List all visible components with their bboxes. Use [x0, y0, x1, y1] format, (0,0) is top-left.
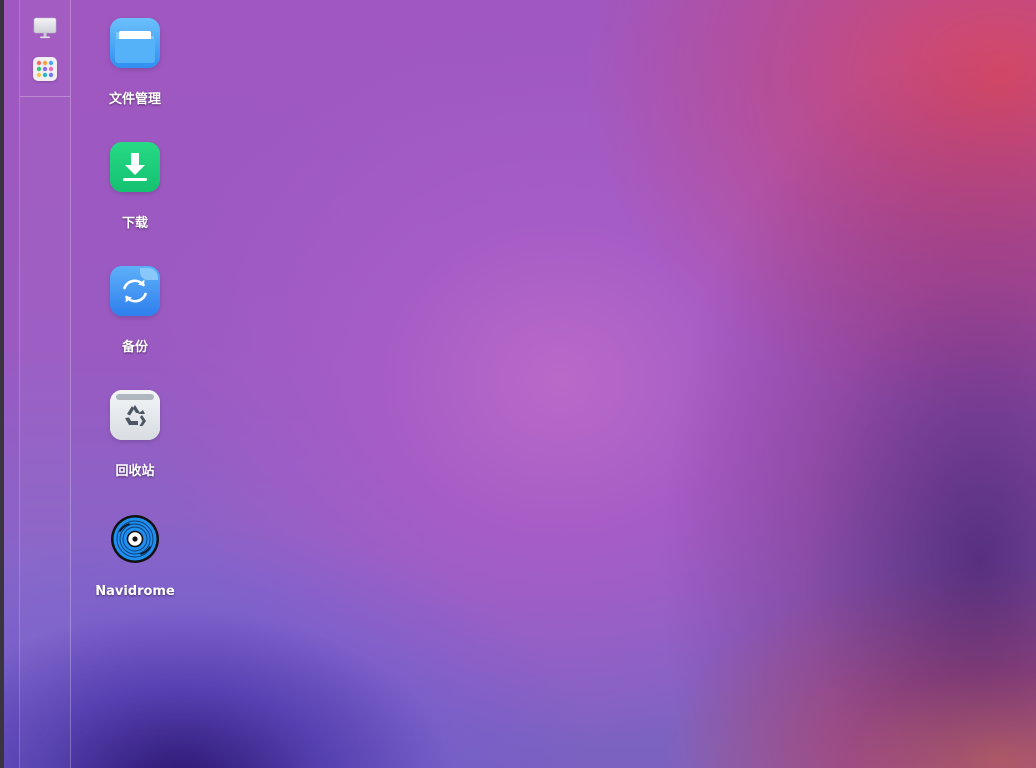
desktop-icon-label: 下载	[121, 216, 148, 231]
desktop: 文件管理 下载 备份 回收站 Navidrome	[0, 0, 1036, 768]
desktop-icon-download[interactable]: 下载	[95, 142, 175, 242]
monitor-icon[interactable]	[33, 16, 57, 40]
recycle-bin-icon	[110, 390, 160, 440]
dock-divider	[20, 96, 70, 97]
desktop-icon-backup[interactable]: 备份	[95, 266, 175, 366]
backup-sync-icon	[110, 266, 160, 316]
download-icon	[110, 142, 160, 192]
vinyl-disc-icon	[110, 514, 160, 564]
app-grid-icon[interactable]	[33, 57, 57, 81]
desktop-icon-label: 回收站	[115, 464, 155, 479]
desktop-icon-navidrome[interactable]: Navidrome	[95, 514, 175, 614]
desktop-icon-label: 文件管理	[108, 92, 161, 107]
desktop-icon-recycle-bin[interactable]: 回收站	[95, 390, 175, 490]
desktop-icon-label: 备份	[121, 340, 148, 355]
side-dock	[19, 0, 71, 768]
window-edge	[0, 0, 4, 768]
desktop-icon-file-manager[interactable]: 文件管理	[95, 18, 175, 118]
folder-icon	[110, 18, 160, 68]
desktop-icon-label: Navidrome	[95, 584, 175, 599]
